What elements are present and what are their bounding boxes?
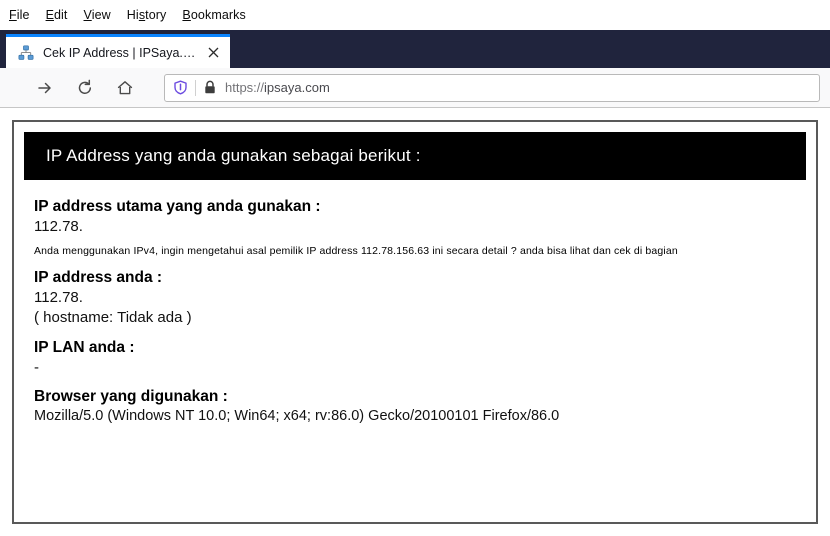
menu-item-file[interactable]: File: [9, 8, 38, 22]
value-your-ip: 112.78.: [34, 289, 83, 307]
menu-bar: File Edit View History Bookmarks: [0, 0, 830, 30]
shield-icon[interactable]: [173, 80, 188, 95]
browser-tab[interactable]: Cek IP Address | IPSaya.com: [6, 34, 230, 68]
hostname-line: ( hostname: Tidak ada ): [34, 309, 192, 327]
page-content-box: IP Address yang anda gunakan sebagai ber…: [12, 120, 818, 524]
arrow-right-icon[interactable]: [30, 74, 60, 102]
url-scheme: https://: [225, 80, 265, 95]
label-main-ip: IP address utama yang anda gunakan :: [34, 198, 321, 215]
menu-item-edit[interactable]: Edit: [46, 8, 76, 22]
navigation-toolbar: https://ipsaya.com: [0, 68, 830, 108]
network-sitemap-icon: [18, 44, 34, 61]
address-bar[interactable]: https://ipsaya.com: [164, 73, 820, 102]
value-browser-useragent: Mozilla/5.0 (Windows NT 10.0; Win64; x64…: [34, 408, 560, 425]
page-viewport: IP Address yang anda gunakan sebagai ber…: [0, 108, 830, 536]
menu-item-history[interactable]: History: [127, 8, 175, 22]
home-icon[interactable]: [110, 74, 140, 102]
reload-icon[interactable]: [70, 74, 100, 102]
page-title: IP Address yang anda gunakan sebagai ber…: [24, 132, 806, 180]
menu-item-view[interactable]: View: [84, 8, 119, 22]
ipv4-note: Anda menggunakan IPv4, ingin mengetahui …: [34, 245, 678, 258]
menu-item-bookmarks[interactable]: Bookmarks: [182, 8, 253, 22]
address-bar-url[interactable]: https://ipsaya.com: [225, 80, 330, 95]
value-main-ip: 112.78.: [34, 218, 83, 236]
url-host: ipsaya.com: [264, 80, 330, 95]
tab-strip: Cek IP Address | IPSaya.com: [0, 30, 830, 68]
browser-window: File Edit View History Bookmarks Cek IP …: [0, 0, 830, 536]
nav-button-group: [30, 74, 140, 102]
label-your-ip: IP address anda :: [34, 269, 163, 287]
label-lan-ip: IP LAN anda :: [34, 338, 135, 356]
address-bar-divider: [195, 79, 196, 96]
tab-title: Cek IP Address | IPSaya.com: [43, 45, 198, 60]
padlock-icon[interactable]: [203, 80, 217, 95]
label-browser: Browser yang digunakan :: [34, 388, 228, 406]
page-body: IP address utama yang anda gunakan : 112…: [24, 180, 806, 427]
tab-close-icon[interactable]: [204, 44, 222, 62]
value-lan-ip: -: [34, 358, 39, 376]
